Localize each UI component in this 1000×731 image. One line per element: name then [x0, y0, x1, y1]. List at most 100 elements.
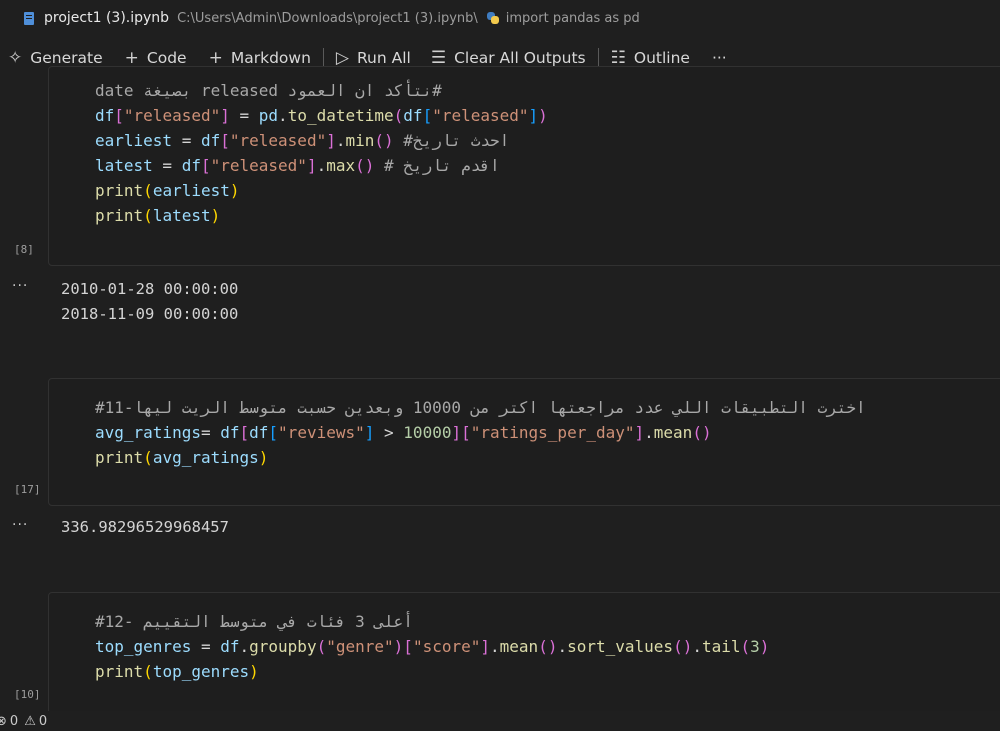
- code-token: >: [374, 423, 404, 442]
- clear-outputs-label: Clear All Outputs: [454, 49, 586, 67]
- code-token: groupby: [249, 637, 317, 656]
- code-token: ): [210, 206, 221, 225]
- code-token: (: [143, 448, 153, 467]
- code-token: earliest: [95, 131, 173, 150]
- code-token: (: [316, 637, 327, 656]
- code-token: print: [95, 181, 144, 200]
- code-token: (: [143, 181, 153, 200]
- code-token: ]: [306, 156, 317, 175]
- code-comment: # اقدم تاريخ: [374, 156, 500, 175]
- code-token: =: [200, 423, 221, 442]
- code-label: Code: [146, 49, 187, 67]
- output-line: 336.98296529968457: [61, 518, 229, 536]
- outline-label: Outline: [633, 49, 690, 67]
- error-icon: ⊗: [0, 713, 7, 729]
- cell-output: 2010-01-28 00:00:00 2018-11-09 00:00:00: [61, 277, 238, 327]
- more-actions-button[interactable]: ···: [712, 49, 727, 67]
- code-token: df: [95, 106, 115, 125]
- cell-editor[interactable]: #نتأكد ان العمود released بصيغة date df[…: [95, 78, 548, 228]
- add-code-cell-button[interactable]: + Code: [125, 48, 187, 68]
- code-comment: #11-اخترت التطبيقات اللي عدد مراجعتها اك…: [95, 398, 866, 417]
- code-token: "ratings_per_day": [470, 423, 635, 442]
- code-comment: #نتأكد ان العمود released بصيغة date: [95, 81, 442, 100]
- cell-output: 336.98296529968457: [61, 515, 229, 540]
- code-token: 10000: [403, 423, 452, 442]
- generate-button[interactable]: ✧ Generate: [8, 48, 103, 68]
- output-line: 2018-11-09 00:00:00: [61, 305, 239, 323]
- code-token: ): [538, 106, 548, 125]
- notebook-window: { "titlebar": { "file_name": "project1 (…: [0, 0, 1000, 731]
- clear-all-outputs-button[interactable]: ☰ Clear All Outputs: [431, 48, 586, 68]
- code-token: df: [249, 423, 269, 442]
- plus-icon: +: [208, 48, 223, 68]
- code-token: [: [200, 156, 211, 175]
- code-token: .: [557, 637, 568, 656]
- code-token: df: [403, 106, 423, 125]
- markdown-label: Markdown: [230, 49, 311, 67]
- sparkle-icon: ✧: [8, 48, 23, 68]
- output-more-button[interactable]: ···: [12, 278, 28, 294]
- file-name[interactable]: project1 (3).ipynb: [44, 10, 169, 26]
- list-icon: ☷: [610, 48, 626, 68]
- plus-icon: +: [124, 48, 139, 68]
- code-comment: #احدث تاريخ: [393, 131, 510, 150]
- code-token: print: [95, 206, 144, 225]
- cell-editor[interactable]: #11-اخترت التطبيقات اللي عدد مراجعتها اك…: [95, 395, 866, 470]
- more-actions-icon: ···: [711, 49, 727, 67]
- code-token: ): [249, 662, 259, 681]
- code-token: tail: [701, 637, 741, 656]
- code-token: [: [403, 637, 413, 656]
- code-token: ): [759, 637, 770, 656]
- code-token: top_genres: [152, 662, 250, 681]
- code-token: (: [143, 206, 153, 225]
- code-token: .: [316, 156, 327, 175]
- clear-all-icon: ☰: [430, 48, 447, 68]
- code-token: .: [239, 637, 250, 656]
- output-line: 2010-01-28 00:00:00: [61, 280, 239, 298]
- code-token: [: [114, 106, 124, 125]
- code-token: ][: [451, 423, 471, 442]
- code-token: "released": [432, 106, 529, 125]
- code-token: "reviews": [278, 423, 365, 442]
- output-more-button[interactable]: ···: [12, 517, 28, 533]
- add-markdown-cell-button[interactable]: + Markdown: [209, 48, 311, 68]
- editor-breadcrumb-bar: project1 (3).ipynb C:\Users\Admin\Downlo…: [0, 0, 1000, 36]
- generate-label: Generate: [30, 49, 103, 67]
- code-token: "released": [123, 106, 221, 125]
- code-token: print: [95, 448, 144, 467]
- run-all-icon: ▷: [335, 48, 349, 68]
- code-token: 3: [750, 637, 760, 656]
- execution-count: [17]: [14, 483, 41, 496]
- code-token: "released": [210, 156, 307, 175]
- code-token: "released": [229, 131, 327, 150]
- code-token: avg_ratings: [152, 448, 259, 467]
- error-count: 0: [9, 713, 19, 729]
- code-token: "score": [412, 637, 481, 656]
- code-token: [: [268, 423, 279, 442]
- code-token: avg_ratings: [95, 423, 201, 442]
- code-token: (): [355, 156, 375, 175]
- code-token: min: [345, 131, 375, 150]
- code-token: latest: [152, 206, 211, 225]
- code-token: ): [229, 181, 240, 200]
- toolbar-divider: [597, 48, 599, 68]
- code-token: ): [258, 448, 269, 467]
- code-token: ]: [634, 423, 645, 442]
- code-token: (): [692, 423, 712, 442]
- code-token: sort_values: [567, 637, 674, 656]
- outline-button[interactable]: ☷ Outline: [611, 48, 690, 68]
- cell-editor[interactable]: #12- أعلى 3 فئات في متوسط التقييم top_ge…: [95, 609, 769, 684]
- code-token: .: [644, 423, 654, 442]
- code-token: to_datetime: [287, 106, 394, 125]
- code-token: max: [326, 156, 356, 175]
- run-all-button[interactable]: ▷ Run All: [336, 48, 411, 68]
- run-all-label: Run All: [356, 49, 411, 67]
- file-path[interactable]: C:\Users\Admin\Downloads\project1 (3).ip…: [177, 11, 478, 26]
- code-token: ]: [480, 637, 491, 656]
- code-token: mean: [653, 423, 693, 442]
- code-token: [: [239, 423, 250, 442]
- breadcrumb-symbol[interactable]: import pandas as pd: [506, 11, 640, 26]
- code-token: pd: [258, 106, 279, 125]
- code-token: df: [200, 131, 221, 150]
- problems-indicator[interactable]: ⊗ 0 ⚠ 0: [0, 714, 47, 729]
